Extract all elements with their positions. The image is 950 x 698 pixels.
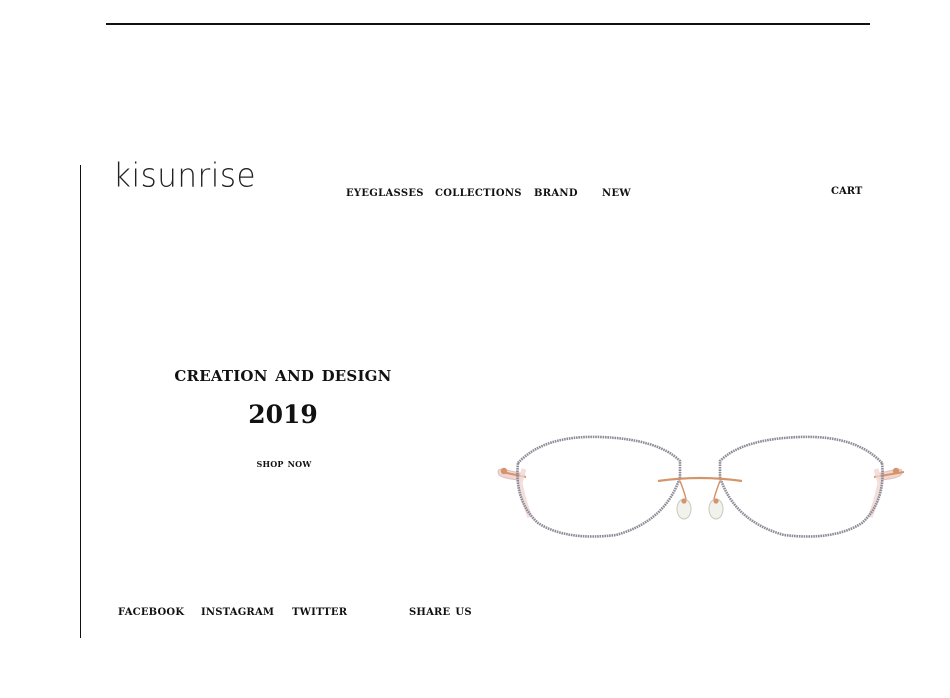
- facebook-link[interactable]: FACEBOOK: [118, 603, 184, 619]
- instagram-link[interactable]: INSTAGRAM: [201, 603, 274, 619]
- hero-title: CREATION AND DESIGN: [174, 361, 392, 386]
- eyeglasses-icon: [497, 435, 905, 538]
- nav-item-new[interactable]: NEW: [602, 184, 631, 200]
- top-divider: [106, 23, 870, 25]
- nav-item-eyeglasses[interactable]: EYEGLASSES: [346, 184, 424, 200]
- social-links: FACEBOOK INSTAGRAM TWITTER SHARE US: [0, 603, 950, 619]
- cart-link[interactable]: CART: [831, 182, 862, 198]
- main-nav: EYEGLASSES COLLECTIONS BRAND NEW: [0, 184, 950, 200]
- twitter-link[interactable]: TWITTER: [292, 603, 347, 619]
- nav-item-brand[interactable]: BRAND: [534, 184, 578, 200]
- shop-now-button[interactable]: SHOP NOW: [232, 457, 336, 470]
- eyeglasses-product-image: [497, 435, 905, 538]
- hero-year: 2019: [248, 400, 318, 429]
- share-us-link[interactable]: SHARE US: [409, 603, 472, 619]
- nav-item-collections[interactable]: COLLECTIONS: [435, 184, 522, 200]
- left-vertical-divider: [80, 165, 81, 638]
